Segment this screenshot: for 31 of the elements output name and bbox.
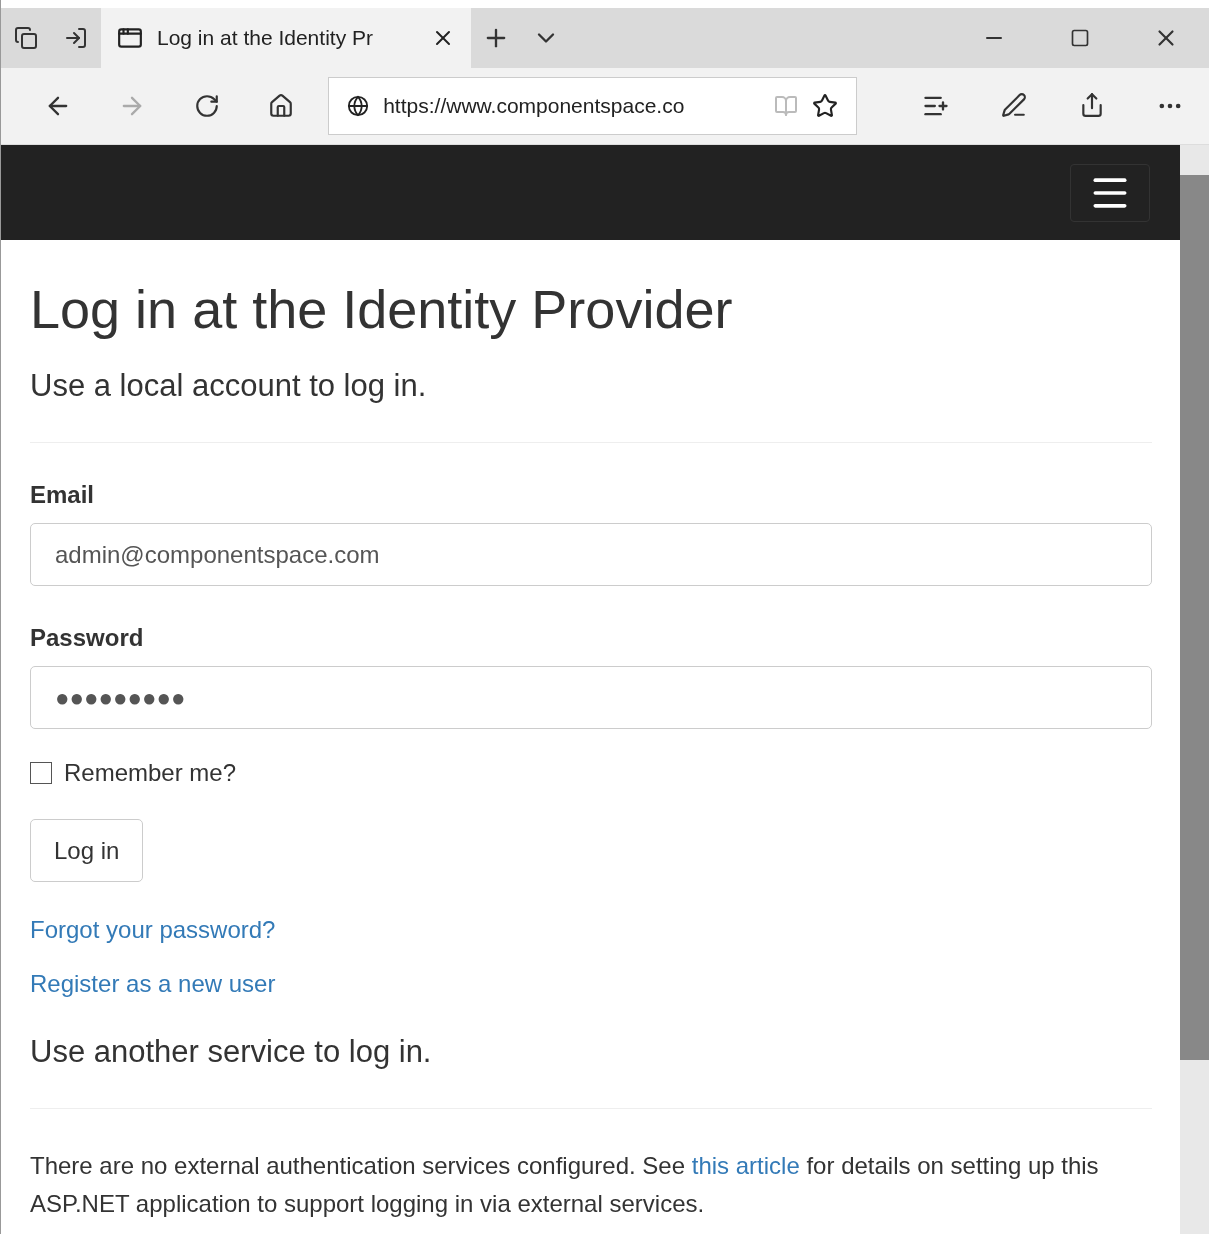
globe-icon [347,95,370,117]
home-icon [268,93,295,119]
page-icon [117,25,143,51]
tabs-aside-icon[interactable] [14,26,38,50]
maximize-icon[interactable] [1070,28,1090,48]
info-paragraph: There are no external authentication services configured. See this article for details on setting up this ASP.NET application to support logging in via external services. [30,1151,1100,1219]
menu-button[interactable] [1070,163,1150,222]
star-icon[interactable] [812,93,838,119]
field-label: Email [30,481,96,509]
refresh-icon [193,93,220,119]
tab-title: Log in at the Identity Pr [157,26,374,50]
section-heading: Use a local account to log in. [30,368,428,404]
pen-icon[interactable] [1001,92,1027,118]
link[interactable]: Forgot your password? [30,916,276,944]
restore-tabs-icon[interactable] [64,26,88,50]
share-icon[interactable] [1079,92,1105,118]
field-label: Password [30,624,145,652]
checkbox[interactable] [30,762,52,784]
input-field[interactable]: ●●●●●●●●● [30,666,1152,729]
checkbox-label: Remember me? [64,759,237,787]
address-bar[interactable]: https://www.componentspace.co [328,77,857,135]
login-button[interactable]: Log in [30,819,144,882]
input-field[interactable]: admin@componentspace.com [30,523,1152,586]
link[interactable]: Register as a new user [30,970,276,998]
browser-tab[interactable]: Log in at the Identity Pr [101,8,471,68]
scrollbar-thumb[interactable] [1180,175,1209,1060]
article-link[interactable]: this article [691,1152,800,1179]
url-text: https://www.componentspace.co [383,94,686,118]
page-title: Log in at the Identity Provider [30,278,734,340]
section-heading: Use another service to log in. [30,1034,433,1070]
scrollbar[interactable] [1180,145,1209,1234]
